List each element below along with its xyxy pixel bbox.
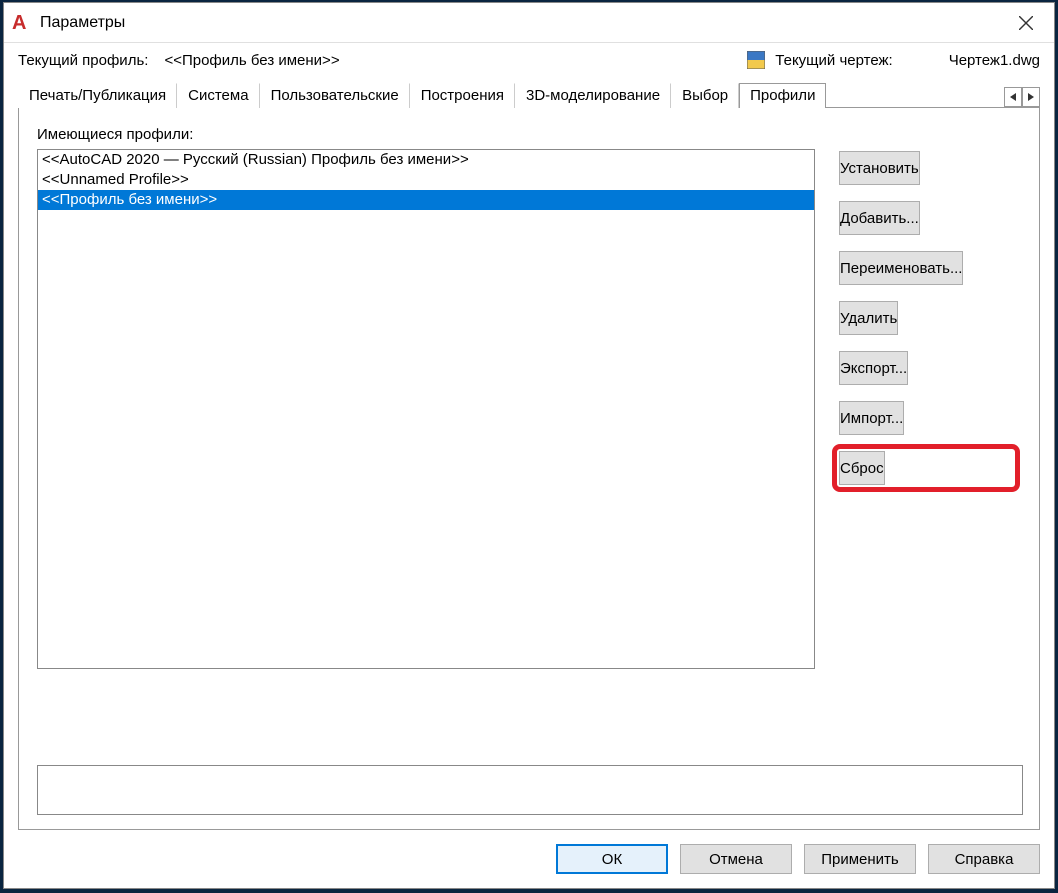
tab-3d-modeling[interactable]: 3D-моделирование [515,83,671,108]
titlebar: A Параметры [4,3,1054,43]
close-button[interactable] [1006,3,1046,43]
dialog-title: Параметры [40,14,1006,32]
import-button[interactable]: Импорт... [839,401,904,435]
current-drawing-label: Текущий чертеж: [775,52,892,69]
tab-print-publish[interactable]: Печать/Публикация [18,83,177,108]
chevron-right-icon [1028,93,1034,101]
tab-profiles[interactable]: Профили [739,83,826,108]
current-drawing-value: Чертеж1.dwg [949,52,1040,69]
close-icon [1019,16,1033,30]
add-button[interactable]: Добавить... [839,201,920,235]
profiles-list-label: Имеющиеся профили: [37,126,1021,143]
description-box [37,765,1023,815]
list-item[interactable]: <<Профиль без имени>> [38,190,814,210]
tab-content-profiles: Имеющиеся профили: <<AutoCAD 2020 — Русс… [18,107,1040,830]
current-profile-value: <<Профиль без имени>> [164,52,339,69]
reset-button[interactable]: Сброс [839,451,885,485]
current-profile-label: Текущий профиль: [18,52,148,69]
delete-button[interactable]: Удалить [839,301,898,335]
options-dialog: A Параметры Текущий профиль: <<Профиль б… [3,2,1055,889]
list-item[interactable]: <<AutoCAD 2020 — Русский (Russian) Профи… [38,150,814,170]
profile-buttons: Установить Добавить... Переименовать... … [839,149,1013,705]
ok-button[interactable]: ОК [556,844,668,874]
tab-user[interactable]: Пользовательские [260,83,410,108]
app-icon: A [12,13,32,33]
cancel-button[interactable]: Отмена [680,844,792,874]
apply-button[interactable]: Применить [804,844,916,874]
info-row: Текущий профиль: <<Профиль без имени>> Т… [4,43,1054,79]
set-current-button[interactable]: Установить [839,151,920,185]
rename-button[interactable]: Переименовать... [839,251,963,285]
tab-scroll-left[interactable] [1004,87,1022,107]
tab-selection[interactable]: Выбор [671,83,739,108]
help-button[interactable]: Справка [928,844,1040,874]
tab-system[interactable]: Система [177,83,259,108]
tab-drafting[interactable]: Построения [410,83,515,108]
list-item[interactable]: <<Unnamed Profile>> [38,170,814,190]
profiles-listbox[interactable]: <<AutoCAD 2020 — Русский (Russian) Профи… [37,149,815,669]
dialog-footer: ОК Отмена Применить Справка [4,830,1054,888]
chevron-left-icon [1010,93,1016,101]
tab-scroll-right[interactable] [1022,87,1040,107]
drawing-icon [747,51,765,69]
tab-scroller [1004,87,1040,107]
tab-strip: Печать/Публикация Система Пользовательск… [4,79,1054,107]
export-button[interactable]: Экспорт... [839,351,908,385]
